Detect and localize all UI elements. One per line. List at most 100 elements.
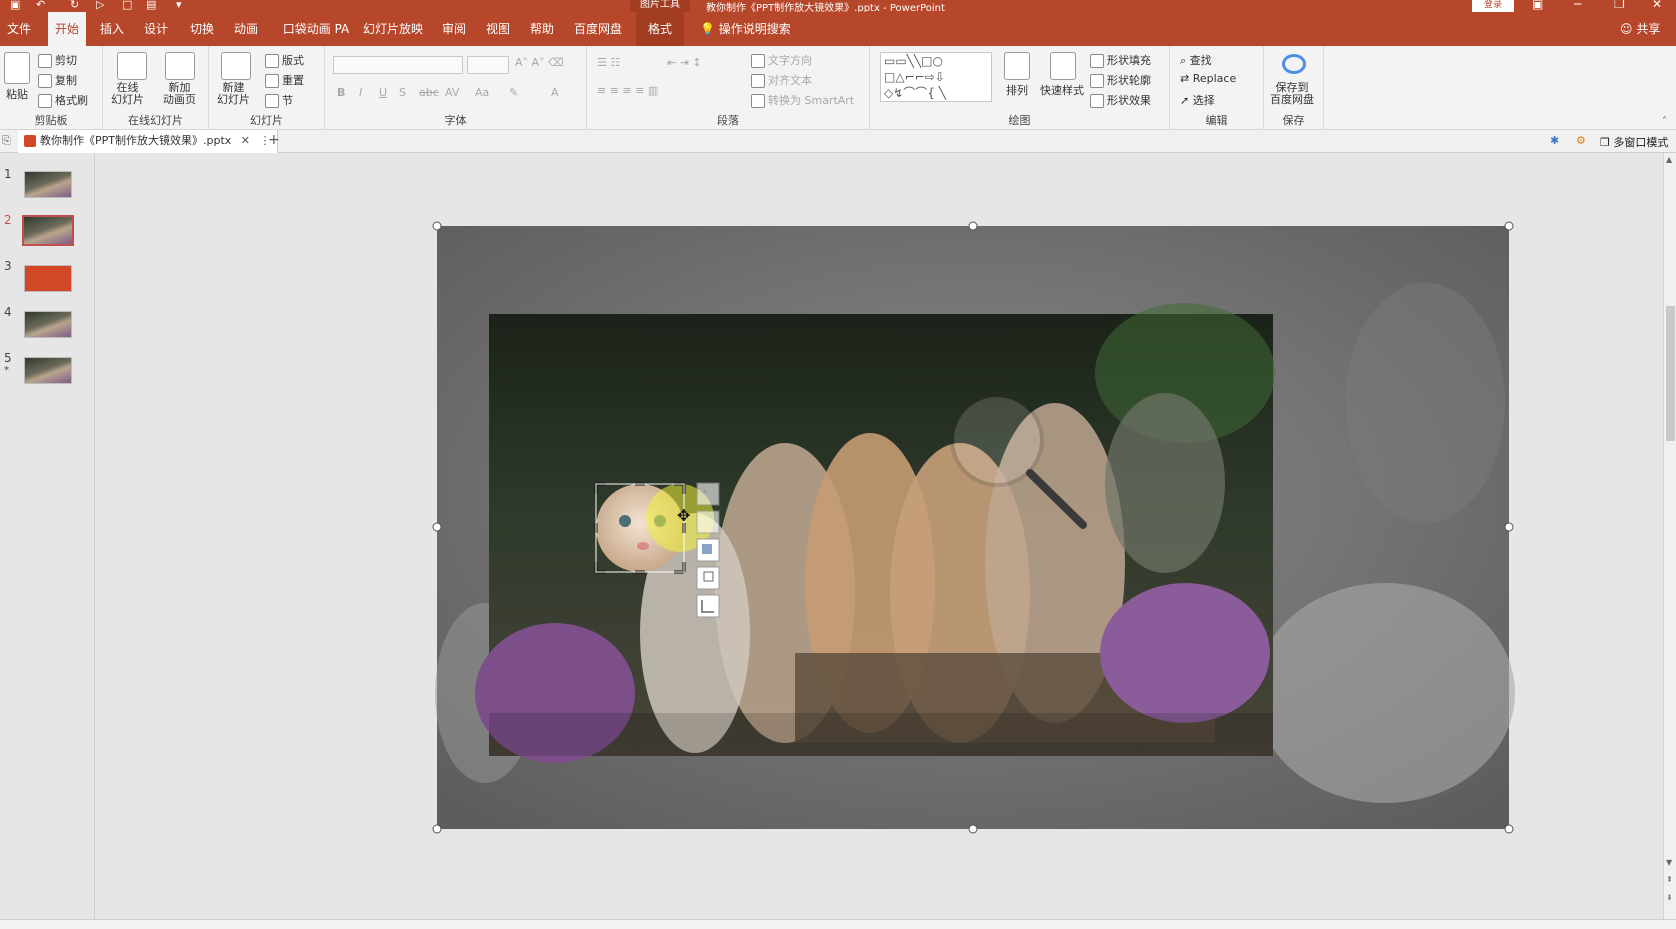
quick-styles-icon[interactable]: [1050, 52, 1076, 80]
settings-icon[interactable]: ⚙: [1576, 134, 1586, 147]
pin-icon[interactable]: ✱: [1550, 134, 1559, 147]
highlight-icon[interactable]: ✎: [509, 86, 518, 99]
close-tab-icon[interactable]: ✕: [241, 134, 250, 147]
new-tab-icon[interactable]: +: [268, 132, 280, 148]
new-icon[interactable]: □: [122, 0, 132, 11]
scroll-down-icon[interactable]: ▼: [1666, 858, 1672, 867]
slide-thumbnail-4[interactable]: [24, 311, 72, 338]
new-slide-button[interactable]: 新建 幻灯片: [217, 82, 250, 106]
tab-transitions[interactable]: 切换: [186, 12, 218, 46]
tab-animations[interactable]: 动画: [230, 12, 262, 46]
lightbulb-icon: 💡: [700, 22, 715, 36]
send-backward-button[interactable]: [696, 566, 720, 590]
slide-thumbnail-1[interactable]: [24, 171, 72, 198]
indent-icon[interactable]: ⇤ ⇥ ↕: [667, 56, 702, 69]
tab-baidu[interactable]: 百度网盘: [570, 12, 626, 46]
crop-button[interactable]: [696, 594, 720, 618]
login-button[interactable]: 登录: [1472, 0, 1514, 12]
next-slide-icon[interactable]: ⇟: [1666, 893, 1673, 902]
underline-icon[interactable]: U: [379, 86, 387, 99]
copy-button[interactable]: 复制: [38, 72, 77, 88]
vertical-scrollbar[interactable]: ▲ ▼ ⇞ ⇟: [1663, 153, 1676, 919]
tab-help[interactable]: 帮助: [526, 12, 558, 46]
undo-icon[interactable]: ↶: [36, 0, 45, 11]
prev-slide-icon[interactable]: ⇞: [1666, 875, 1673, 884]
smartart-button[interactable]: 转换为 SmartArt: [751, 92, 854, 108]
multi-window-label: 多窗口模式: [1613, 136, 1669, 149]
change-case-icon[interactable]: Aa: [475, 86, 489, 99]
find-button[interactable]: ⌕ 查找: [1180, 52, 1212, 68]
paragraph-label: 段落: [717, 114, 739, 127]
tab-insert[interactable]: 插入: [96, 12, 128, 46]
tab-format[interactable]: 格式: [636, 12, 684, 46]
open-icon[interactable]: ▤: [146, 0, 156, 11]
tell-me-search[interactable]: 💡 操作说明搜索: [700, 12, 791, 46]
new-slide-icon[interactable]: [221, 52, 251, 80]
scrollbar-thumb[interactable]: [1666, 306, 1675, 441]
format-painter-button[interactable]: 格式刷: [38, 92, 88, 108]
slide-editing-area[interactable]: ✥ ˄: [95, 153, 1663, 919]
slide-thumbnail-2[interactable]: [22, 215, 74, 246]
tab-review[interactable]: 审阅: [438, 12, 470, 46]
new-animation-page-icon[interactable]: [165, 52, 195, 80]
tab-home[interactable]: 开始: [48, 12, 86, 46]
align-icons[interactable]: ≡ ≡ ≡ ≡ ▥: [597, 84, 658, 97]
online-slide-button[interactable]: 在线 幻灯片: [111, 82, 144, 106]
char-spacing-icon[interactable]: AV: [445, 86, 459, 99]
text-direction-button[interactable]: 文字方向: [751, 52, 812, 68]
layout-options-button[interactable]: [696, 482, 720, 506]
tab-list-icon[interactable]: ⎘: [2, 134, 11, 148]
slideshow-icon[interactable]: ▷: [96, 0, 104, 11]
arrange-icon[interactable]: [1004, 52, 1030, 80]
shapes-gallery[interactable]: ▭▭╲╲□○ □△⌐⌐⇨⇩ ◇↯⌒⌒{ ╲: [880, 52, 992, 102]
collapse-ribbon-icon[interactable]: ˄: [1662, 116, 1667, 127]
customize-qat-icon[interactable]: ▾: [176, 0, 182, 11]
tab-view[interactable]: 视图: [482, 12, 514, 46]
new-animation-page-button[interactable]: 新加 动画页: [163, 82, 196, 106]
tab-file[interactable]: 文件: [4, 12, 34, 46]
font-name-combo[interactable]: [333, 56, 463, 74]
tab-slideshow[interactable]: 幻灯片放映: [362, 12, 424, 46]
section-button[interactable]: 节: [265, 92, 293, 108]
reset-button[interactable]: 重置: [265, 72, 304, 88]
close-icon[interactable]: ✕: [1652, 0, 1662, 11]
minimize-icon[interactable]: ─: [1574, 0, 1581, 11]
layer-icon: [702, 544, 712, 554]
save-to-baidu-button[interactable]: 保存到 百度网盘: [1270, 82, 1314, 106]
restore-icon[interactable]: ❐: [1614, 0, 1625, 11]
shape-fill-button[interactable]: 形状填充: [1090, 52, 1151, 68]
paste-icon[interactable]: [4, 52, 30, 84]
grow-font-icon[interactable]: A˄ A˅ ⌫: [515, 56, 564, 69]
bold-icon[interactable]: B: [337, 86, 345, 99]
font-color-icon[interactable]: A: [551, 86, 559, 99]
shape-effects-button[interactable]: 形状效果: [1090, 92, 1151, 108]
paste-button[interactable]: 粘贴: [6, 86, 28, 102]
baidu-cloud-icon[interactable]: [1282, 54, 1306, 74]
bullets-icon[interactable]: ☰ ☷: [597, 56, 620, 69]
redo-icon[interactable]: ↻: [70, 0, 79, 11]
tab-design[interactable]: 设计: [140, 12, 172, 46]
quick-styles-button[interactable]: 快速样式: [1040, 82, 1084, 98]
strikethrough-icon[interactable]: abc: [419, 86, 439, 99]
scroll-up-icon[interactable]: ▲: [1666, 155, 1672, 164]
ribbon-display-icon[interactable]: ▣: [1532, 0, 1543, 11]
save-icon[interactable]: ▣: [10, 0, 20, 11]
layout-button[interactable]: 版式: [265, 52, 304, 68]
slide-thumbnail-5[interactable]: [24, 357, 72, 384]
select-button[interactable]: ➚ 选择: [1180, 92, 1215, 108]
align-text-button[interactable]: 对齐文本: [751, 72, 812, 88]
style-button[interactable]: [696, 510, 720, 534]
document-tab[interactable]: 教你制作《PPT制作放大镜效果》.pptx ✕ ⋮: [18, 130, 278, 153]
tab-pocket-animation[interactable]: 口袋动画 PA: [280, 12, 352, 46]
italic-icon[interactable]: I: [359, 86, 362, 99]
multi-window-button[interactable]: ❐ 多窗口模式: [1600, 134, 1668, 150]
replace-button[interactable]: ⇄ Replace: [1180, 72, 1236, 85]
share-button[interactable]: ☺ 共享: [1620, 12, 1660, 46]
slide-thumbnail-3[interactable]: [24, 265, 72, 292]
shadow-icon[interactable]: S: [399, 86, 406, 99]
online-slide-icon[interactable]: [117, 52, 147, 80]
arrange-button[interactable]: 排列: [1006, 82, 1028, 98]
font-size-combo[interactable]: [467, 56, 509, 74]
shape-outline-button[interactable]: 形状轮廓: [1090, 72, 1151, 88]
cut-button[interactable]: 剪切: [38, 52, 77, 68]
